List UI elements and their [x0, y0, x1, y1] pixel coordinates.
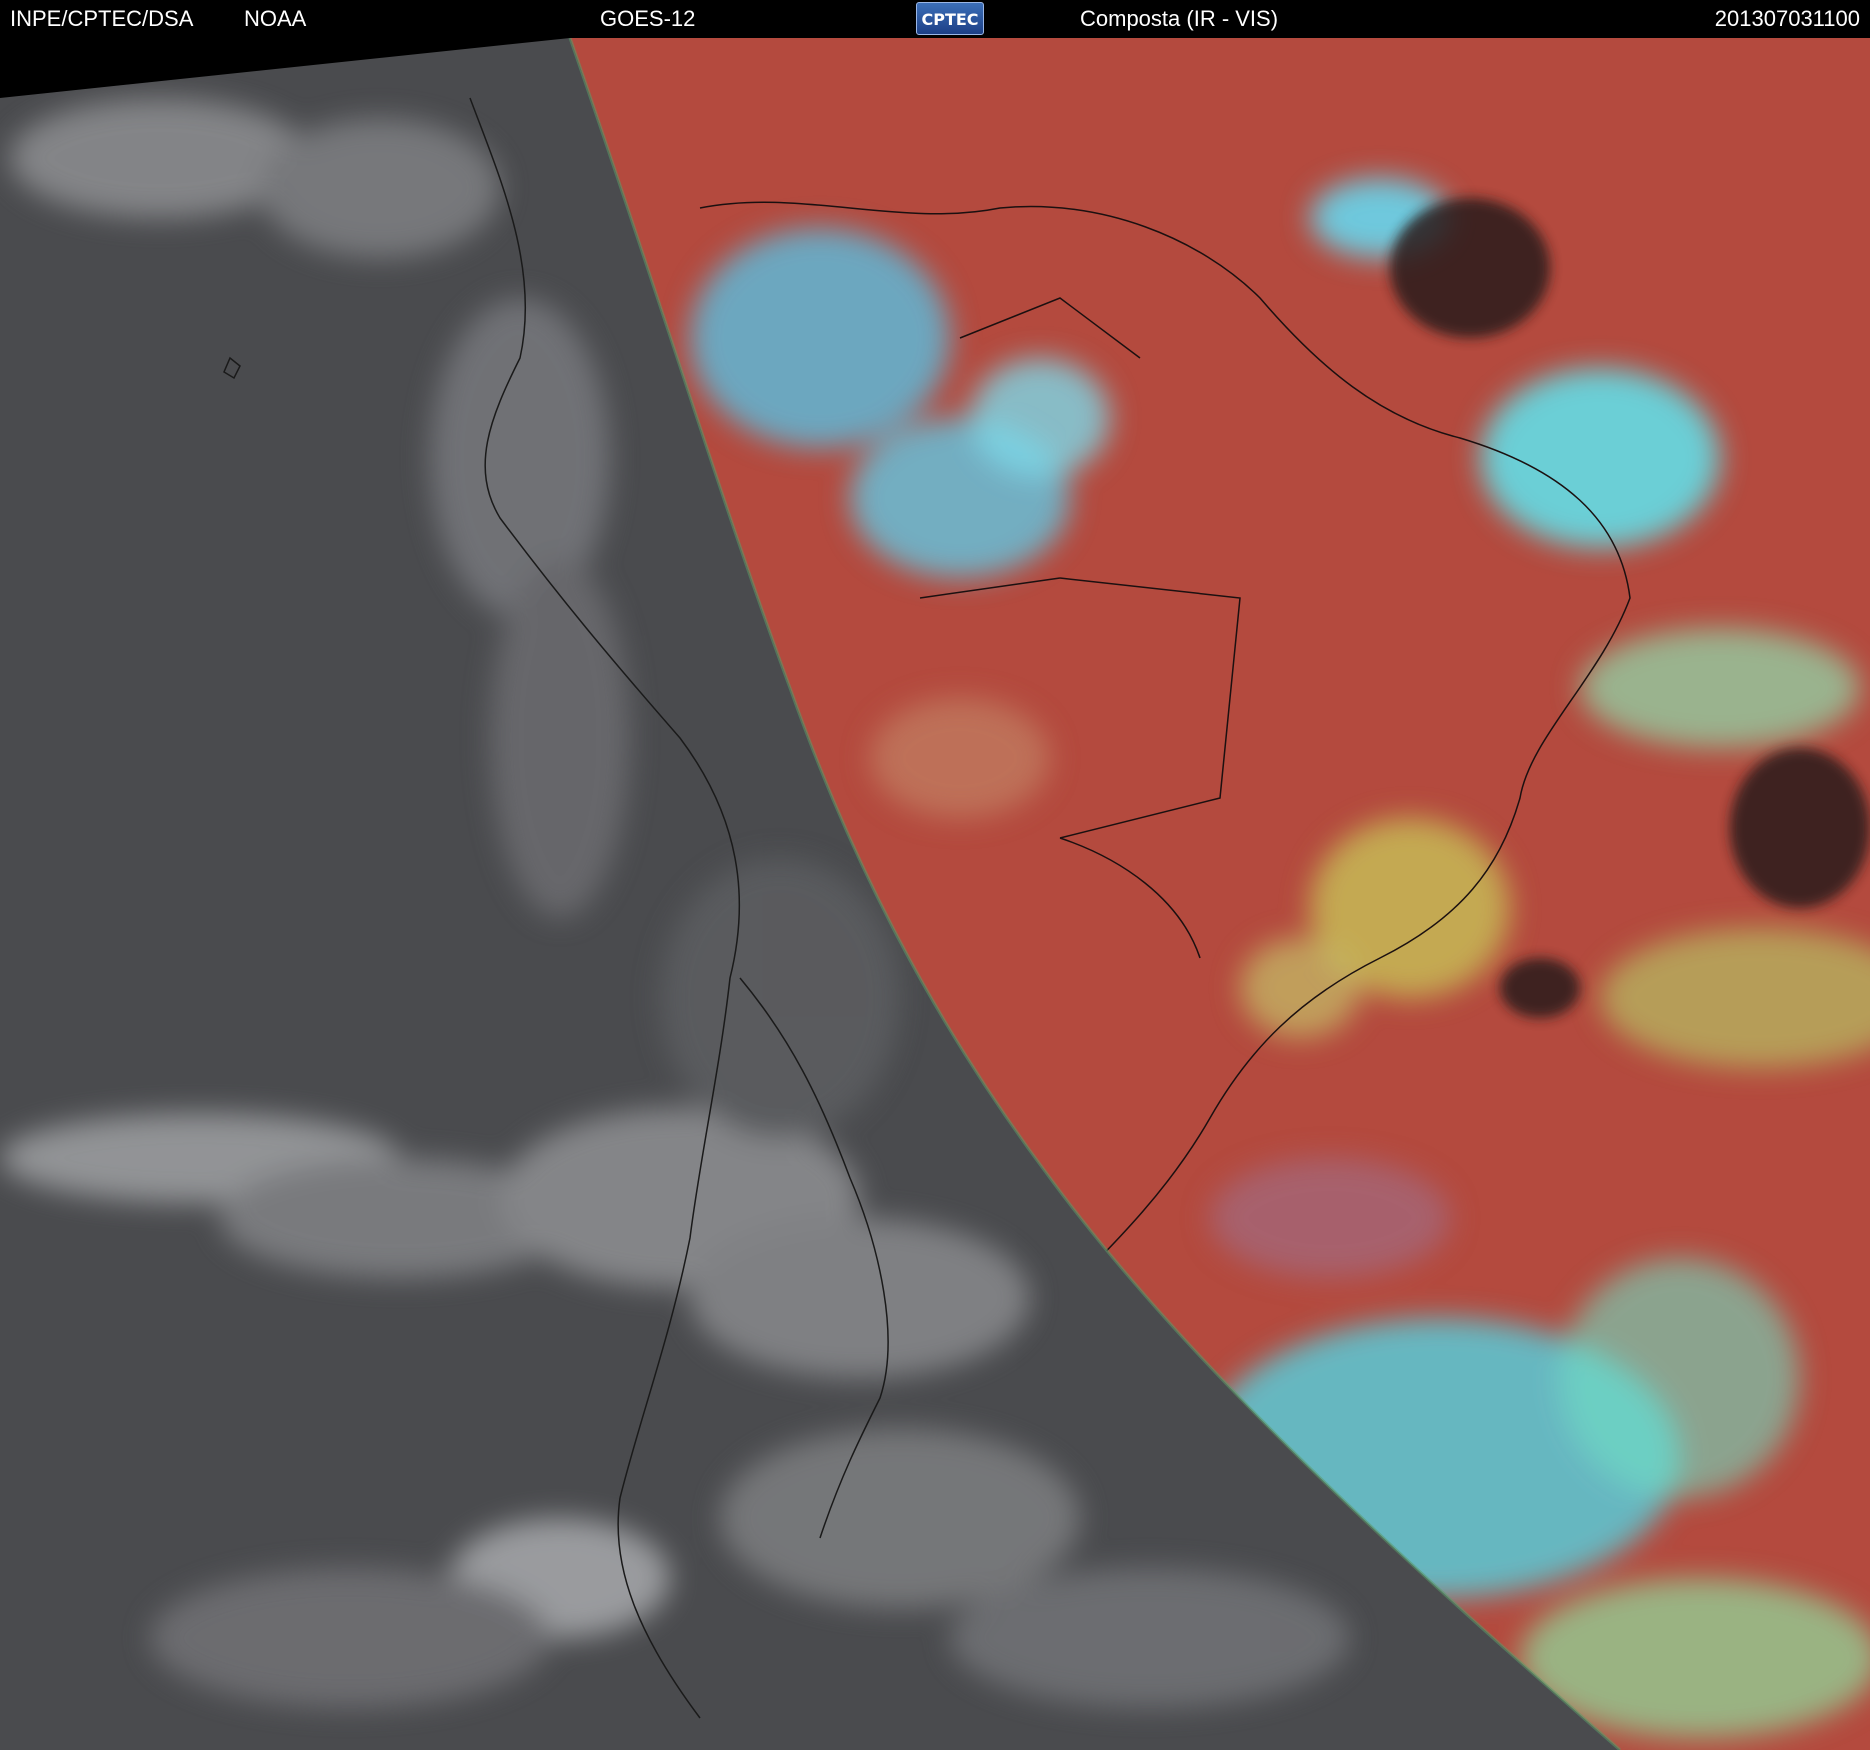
satellite-composite-map — [0, 38, 1870, 1750]
product-label: Composta (IR - VIS) — [1080, 6, 1279, 31]
organization-label: INPE/CPTEC/DSA — [10, 6, 194, 31]
cptec-logo: CPTEC — [916, 2, 984, 35]
image-header: INPE/CPTEC/DSA NOAA GOES-12 CPTEC Compos… — [0, 0, 1870, 38]
agency-label: NOAA — [244, 6, 307, 31]
satellite-label: GOES-12 — [600, 6, 696, 31]
satellite-image-viewer: INPE/CPTEC/DSA NOAA GOES-12 CPTEC Compos… — [0, 0, 1870, 1750]
timestamp-label: 201307031100 — [1714, 6, 1860, 31]
